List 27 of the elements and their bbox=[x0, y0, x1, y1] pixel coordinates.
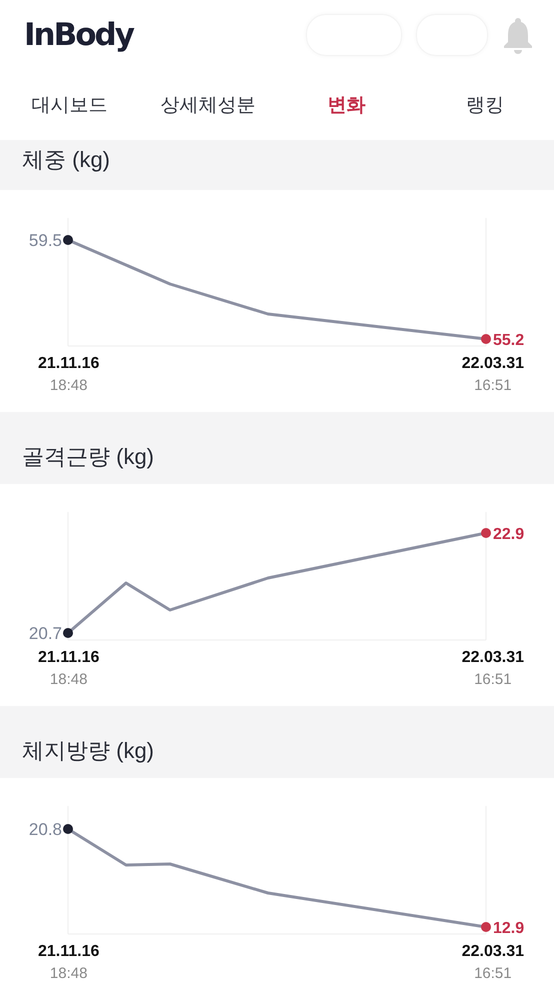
end-time: 16:51 bbox=[474, 671, 512, 688]
section-title: 골격근량 (kg) bbox=[22, 443, 154, 471]
section-title: 체지방량 (kg) bbox=[22, 737, 154, 765]
start-value: 20.8 bbox=[28, 820, 62, 839]
end-value: 22.9 bbox=[493, 526, 524, 543]
tab[interactable]: 변화 bbox=[277, 84, 416, 126]
end-date: 22.03.31 bbox=[462, 355, 524, 373]
start-date: 21.11.16 bbox=[38, 943, 100, 961]
end-date: 22.03.31 bbox=[462, 943, 524, 961]
end-date: 22.03.31 bbox=[462, 649, 524, 667]
tab[interactable]: 대시보드 bbox=[0, 84, 138, 126]
start-value: 59.5 bbox=[28, 231, 62, 250]
end-time: 16:51 bbox=[474, 377, 512, 394]
start-time: 18:48 bbox=[50, 377, 88, 394]
end-time: 16:51 bbox=[474, 965, 512, 982]
start-time: 18:48 bbox=[50, 965, 88, 982]
start-value: 20.7 bbox=[28, 624, 62, 643]
bell-icon[interactable] bbox=[502, 16, 534, 54]
start-date: 21.11.16 bbox=[38, 355, 100, 373]
end-value: 12.9 bbox=[493, 920, 524, 937]
tab[interactable]: 랭킹 bbox=[416, 84, 554, 126]
end-value: 55.2 bbox=[493, 332, 524, 349]
section-title: 체중 (kg) bbox=[22, 146, 110, 174]
logo: InBody bbox=[24, 17, 134, 53]
start-date: 21.11.16 bbox=[38, 649, 100, 667]
start-time: 18:48 bbox=[50, 671, 88, 688]
tab[interactable]: 상세체성분 bbox=[138, 84, 277, 126]
